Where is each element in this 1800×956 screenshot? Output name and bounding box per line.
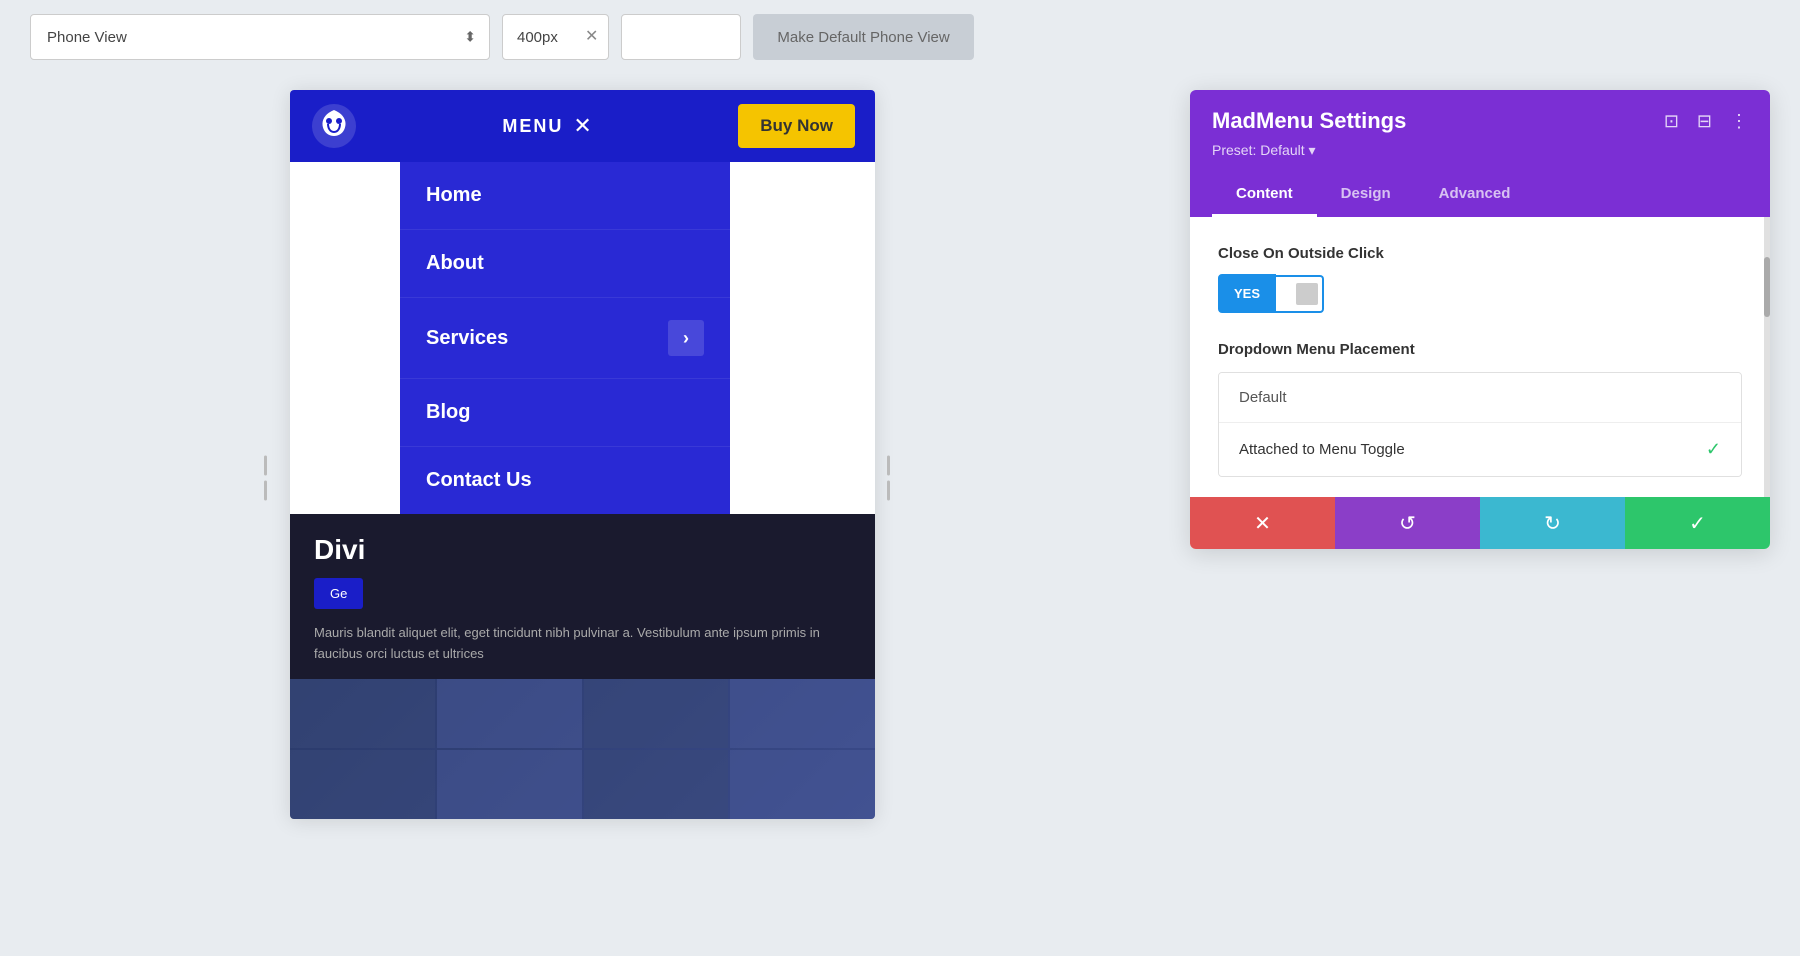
more-options-icon[interactable]: ⋮: [1730, 111, 1748, 132]
menu-item-contact-label: Contact Us: [426, 469, 532, 492]
dropdown-option-default[interactable]: Default: [1219, 373, 1741, 423]
settings-header: MadMenu Settings ⊡ ⊟ ⋮ Preset: Default ▾…: [1190, 90, 1770, 217]
content-title: Divi: [314, 534, 851, 566]
menu-item-blog-label: Blog: [426, 401, 470, 424]
scrollbar[interactable]: [1764, 217, 1770, 497]
settings-panel: MadMenu Settings ⊡ ⊟ ⋮ Preset: Default ▾…: [1190, 90, 1770, 549]
buy-now-button[interactable]: Buy Now: [738, 104, 855, 148]
preset-label: Preset: Default: [1212, 142, 1305, 158]
dropdown-option-attached[interactable]: Attached to Menu Toggle ✓: [1219, 423, 1741, 476]
redo-action-button[interactable]: ↻: [1480, 497, 1625, 549]
menu-item-home[interactable]: Home: [400, 162, 730, 230]
menu-item-blog[interactable]: Blog: [400, 379, 730, 447]
content-cta-button[interactable]: Ge: [314, 578, 363, 609]
menu-item-services[interactable]: Services ›: [400, 298, 730, 379]
toggle-switch[interactable]: [1276, 275, 1324, 313]
settings-tabs: Content Design Advanced: [1212, 173, 1748, 217]
menu-item-about[interactable]: About: [400, 230, 730, 298]
dropdown-options: Default Attached to Menu Toggle ✓: [1218, 372, 1742, 477]
phone-navbar: MENU ✕ Buy Now: [290, 90, 875, 162]
px-input-wrapper: ✕: [502, 14, 609, 60]
phone-dropdown-menu: Home About Services › Blog Contact Us: [400, 162, 730, 514]
dropdown-option-default-label: Default: [1239, 389, 1287, 406]
menu-toggle[interactable]: MENU ✕: [502, 113, 593, 139]
make-default-button[interactable]: Make Default Phone View: [753, 14, 973, 60]
cancel-icon: ✕: [1254, 511, 1271, 536]
undo-icon: ↺: [1399, 511, 1416, 536]
menu-item-about-label: About: [426, 252, 484, 275]
settings-header-top: MadMenu Settings ⊡ ⊟ ⋮: [1212, 108, 1748, 134]
menu-label: MENU: [502, 116, 563, 137]
tab-content[interactable]: Content: [1212, 173, 1317, 217]
top-toolbar: Phone View ⬍ ✕ Make Default Phone View: [30, 14, 1770, 60]
view-select-wrapper: Phone View ⬍: [30, 14, 490, 60]
preset-chevron-icon: ▾: [1309, 142, 1316, 158]
settings-body: Close On Outside Click YES Dropdown Menu…: [1190, 217, 1770, 497]
dropdown-placement-label: Dropdown Menu Placement: [1218, 341, 1742, 358]
close-on-outside-click-label: Close On Outside Click: [1218, 245, 1742, 262]
settings-action-bar: ✕ ↺ ↻ ✓: [1190, 497, 1770, 549]
phone-image-preview: [290, 679, 875, 819]
dropdown-option-attached-label: Attached to Menu Toggle: [1239, 441, 1405, 458]
split-view-icon[interactable]: ⊟: [1697, 111, 1712, 132]
right-resize-handle[interactable]: [887, 456, 890, 501]
phone-preview: MENU ✕ Buy Now Home About Services › Blo…: [290, 90, 875, 819]
phone-content-area: Divi Ge Mauris blandit aliquet elit, ege…: [290, 514, 875, 679]
redo-icon: ↻: [1544, 511, 1561, 536]
logo-icon: [310, 102, 358, 150]
check-icon: ✓: [1706, 439, 1721, 460]
px-clear-icon[interactable]: ✕: [585, 29, 598, 45]
services-chevron-icon: ›: [668, 320, 704, 356]
menu-item-home-label: Home: [426, 184, 482, 207]
settings-header-icons: ⊡ ⊟ ⋮: [1664, 111, 1748, 132]
toggle-yes-label: YES: [1218, 274, 1276, 313]
px-second-input[interactable]: [621, 14, 741, 60]
content-body-text: Mauris blandit aliquet elit, eget tincid…: [314, 623, 851, 665]
cancel-action-button[interactable]: ✕: [1190, 497, 1335, 549]
view-select[interactable]: Phone View: [30, 14, 490, 60]
menu-item-services-label: Services: [426, 327, 508, 350]
menu-close-icon: ✕: [573, 113, 593, 139]
focus-mode-icon[interactable]: ⊡: [1664, 111, 1679, 132]
confirm-action-button[interactable]: ✓: [1625, 497, 1770, 549]
confirm-icon: ✓: [1689, 511, 1706, 536]
settings-title: MadMenu Settings: [1212, 108, 1406, 134]
scrollbar-thumb[interactable]: [1764, 257, 1770, 317]
settings-preset[interactable]: Preset: Default ▾: [1212, 142, 1748, 159]
menu-item-contact[interactable]: Contact Us: [400, 447, 730, 514]
toggle-wrapper: YES: [1218, 274, 1742, 313]
undo-action-button[interactable]: ↺: [1335, 497, 1480, 549]
px-input[interactable]: [517, 29, 577, 46]
tab-advanced[interactable]: Advanced: [1415, 173, 1535, 217]
left-resize-handle[interactable]: [264, 456, 267, 501]
tab-design[interactable]: Design: [1317, 173, 1415, 217]
